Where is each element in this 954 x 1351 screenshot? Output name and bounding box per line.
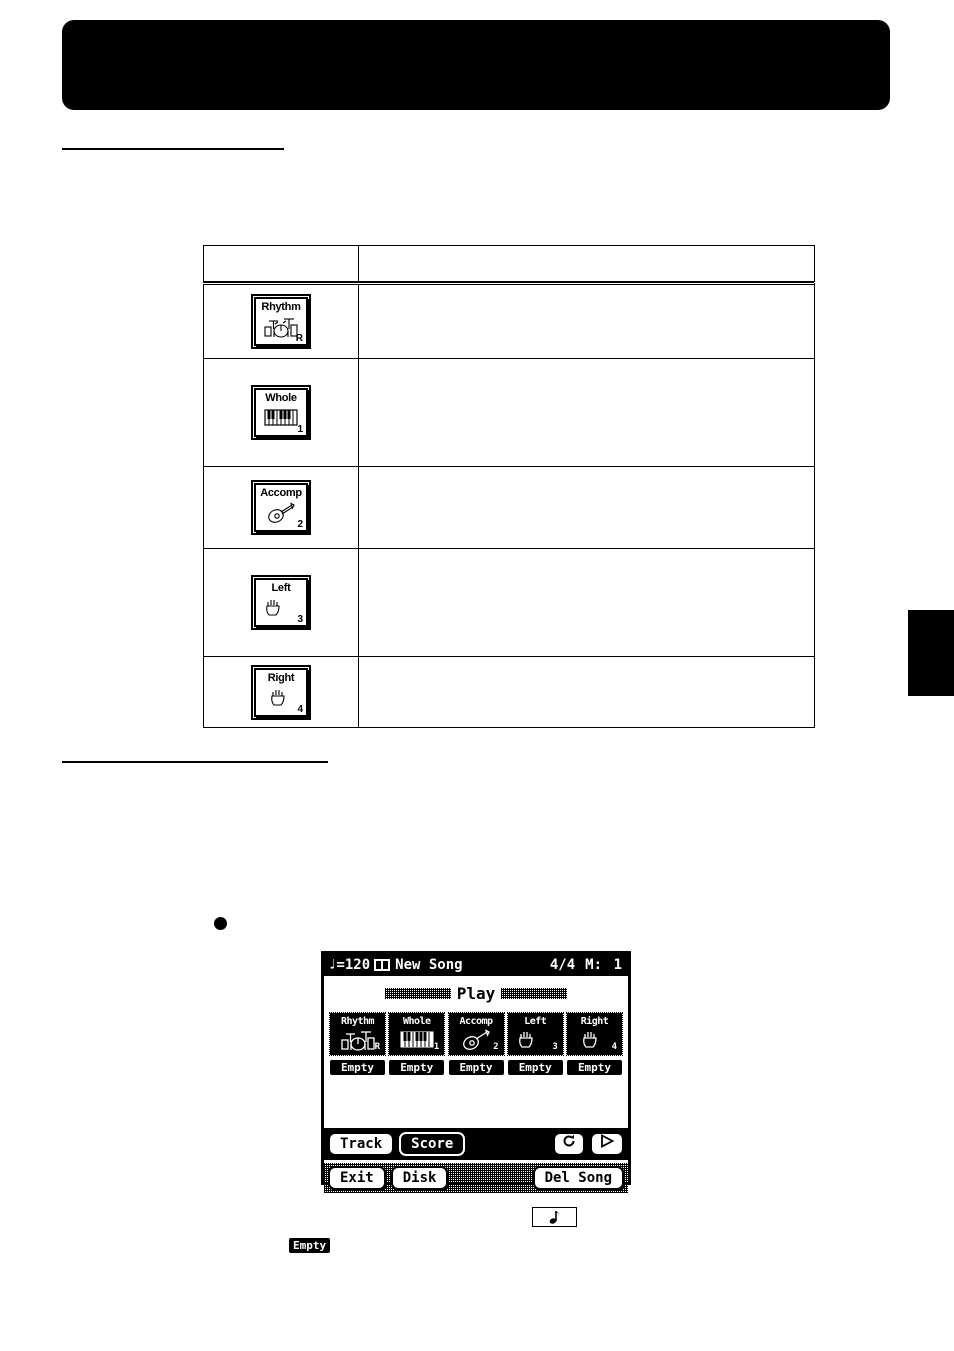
instrument-lcd-screen: ♩=120 New Song 4/4 M: 1 Play Rhythm R Em… — [321, 951, 631, 1193]
table-cell-icon: Rhythm R — [203, 282, 359, 359]
bullet-marker — [214, 917, 227, 930]
measure-label: M: — [585, 957, 602, 973]
manual-page: Rhythm R Whole 1 Accomp 2 Left 3 Right 4… — [0, 0, 954, 1351]
table-cell-description — [358, 358, 815, 467]
table-cell-icon: Right 4 — [203, 656, 359, 728]
table-row: Left 3 — [203, 548, 815, 657]
lcd-track-whole[interactable]: Whole 1 Empty — [388, 1012, 446, 1075]
track-button-number: R — [295, 332, 303, 344]
lcd-track-status[interactable]: Empty — [507, 1060, 563, 1075]
lcd-track-right[interactable]: Right 4 Empty — [566, 1012, 623, 1075]
table-row: Whole 1 — [203, 358, 815, 467]
lcd-track-number: 4 — [611, 1042, 617, 1052]
lcd-track-label: Rhythm — [340, 1016, 375, 1027]
lcd-track-number: 3 — [552, 1042, 558, 1052]
table-header-desc-col — [358, 245, 815, 283]
lcd-track-label: Left — [524, 1016, 547, 1027]
table-cell-description — [358, 466, 815, 549]
lcd-track-button[interactable]: Rhythm R — [329, 1012, 386, 1056]
lcd-track-status[interactable]: Empty — [567, 1060, 622, 1075]
lcd-track-accomp[interactable]: Accomp 2 Empty — [447, 1012, 505, 1075]
section-rule-top — [62, 148, 284, 150]
table-header-row — [203, 245, 815, 283]
track-button-label: Accomp — [260, 487, 302, 499]
eighth-note-icon — [532, 1207, 577, 1227]
lcd-track-left[interactable]: Left 3 Empty — [506, 1012, 564, 1075]
lcd-track-label: Whole — [402, 1016, 431, 1027]
time-signature: 4/4 — [549, 957, 576, 973]
track-reference-table: Rhythm R Whole 1 Accomp 2 Left 3 Right 4 — [203, 245, 815, 728]
lcd-toolbar-primary: Track Score — [324, 1128, 628, 1160]
track-button[interactable]: Track — [328, 1132, 395, 1156]
tempo-value: ♩=120 — [328, 957, 371, 973]
track-button-whole: Whole 1 — [251, 385, 311, 440]
track-button-accomp: Accomp 2 — [251, 480, 311, 535]
lcd-track-button[interactable]: Accomp 2 — [447, 1012, 505, 1056]
score-button[interactable]: Score — [399, 1132, 466, 1156]
hatch-decoration-right — [501, 988, 568, 999]
table-cell-description — [358, 548, 815, 657]
table-row: Accomp 2 — [203, 466, 815, 549]
track-button-rhythm: Rhythm R — [251, 293, 311, 349]
song-name: New Song — [395, 957, 463, 973]
lcd-track-number: R — [374, 1042, 380, 1052]
track-button-number: 1 — [297, 424, 303, 435]
lcd-track-list: Rhythm R Empty Whole 1 Empty Accomp 2 Em… — [324, 1003, 628, 1075]
track-button-number: 2 — [297, 519, 303, 530]
chapter-edge-tab — [908, 610, 954, 696]
lcd-toolbar-secondary: Exit Disk Del Song — [324, 1163, 628, 1193]
table-cell-icon: Left 3 — [203, 548, 359, 657]
mode-title: Play — [456, 984, 496, 1003]
table-row: Right 4 — [203, 656, 815, 728]
disk-button[interactable]: Disk — [390, 1166, 449, 1190]
track-button-label: Right — [267, 671, 295, 684]
track-button-number: 3 — [297, 614, 303, 625]
table-cell-description — [358, 282, 815, 359]
lcd-track-label: Right — [580, 1016, 609, 1027]
lcd-track-label: Accomp — [459, 1016, 493, 1027]
track-button-label: Whole — [265, 392, 297, 404]
lcd-track-button[interactable]: Left 3 — [506, 1012, 564, 1056]
table-cell-icon: Whole 1 — [203, 358, 359, 467]
del-song-button[interactable]: Del Song — [532, 1166, 624, 1190]
lcd-track-button[interactable]: Right 4 — [566, 1012, 623, 1056]
table-header-divider — [203, 282, 814, 285]
empty-status-badge: Empty — [289, 1238, 331, 1253]
measure-value: 1 — [613, 957, 622, 973]
book-icon — [374, 959, 391, 971]
lcd-track-status[interactable]: Empty — [389, 1060, 445, 1075]
section-rule-bottom — [62, 761, 328, 763]
track-button-label: Left — [271, 582, 291, 594]
track-button-number: 4 — [297, 703, 303, 715]
track-button-label: Rhythm — [261, 300, 301, 313]
lcd-track-number: 2 — [493, 1042, 499, 1052]
lcd-track-rhythm[interactable]: Rhythm R Empty — [329, 1012, 386, 1075]
mode-title-row: Play — [324, 976, 628, 1003]
track-button-left: Left 3 — [251, 575, 311, 630]
lcd-main-area: Play Rhythm R Empty Whole 1 Empty Accomp… — [324, 976, 628, 1128]
play-icon[interactable] — [590, 1132, 624, 1156]
lcd-track-button[interactable]: Whole 1 — [388, 1012, 446, 1056]
track-button-right: Right 4 — [251, 664, 311, 720]
lcd-track-status[interactable]: Empty — [448, 1060, 504, 1075]
table-row: Rhythm R — [203, 282, 815, 359]
exit-button[interactable]: Exit — [328, 1166, 386, 1190]
lcd-track-status[interactable]: Empty — [330, 1060, 385, 1075]
page-header-banner — [62, 20, 890, 110]
hatch-decoration-left — [384, 988, 451, 999]
loop-icon[interactable] — [553, 1132, 585, 1156]
table-cell-description — [358, 656, 815, 728]
lcd-status-bar: ♩=120 New Song 4/4 M: 1 — [324, 954, 628, 976]
table-cell-icon: Accomp 2 — [203, 466, 359, 549]
table-header-icon-col — [203, 245, 359, 283]
lcd-track-number: 1 — [433, 1042, 440, 1052]
